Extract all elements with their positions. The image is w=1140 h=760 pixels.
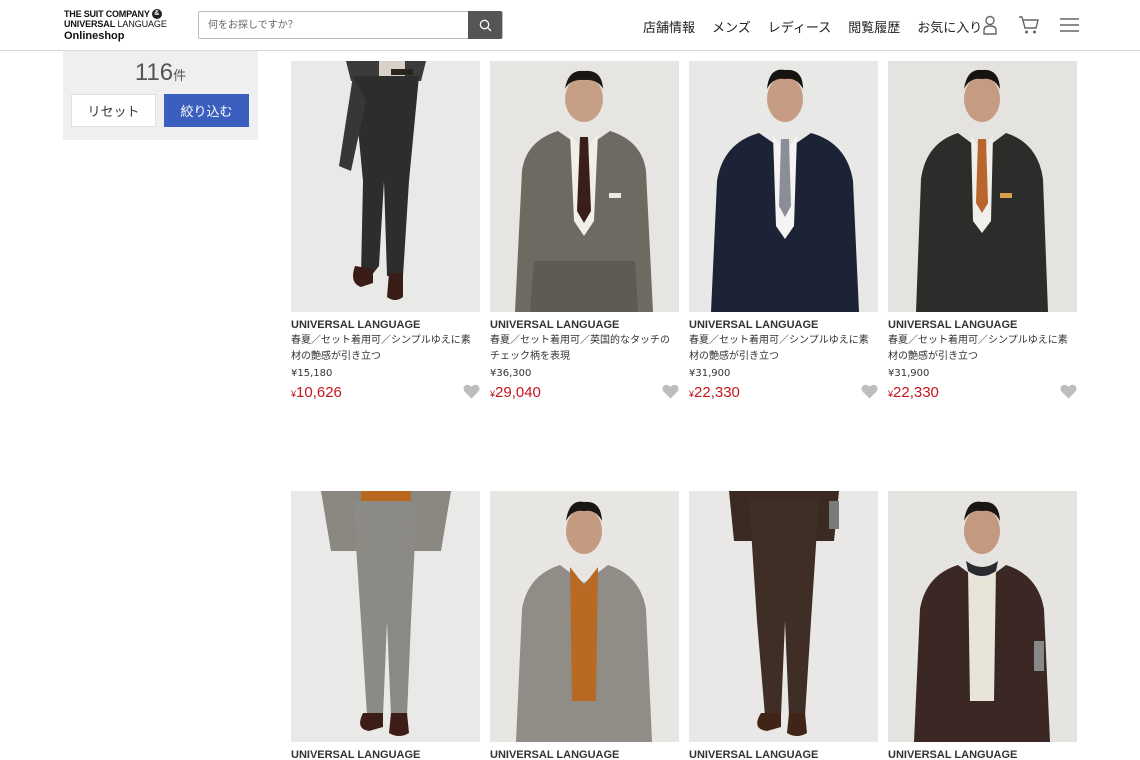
product-brand: UNIVERSAL LANGUAGE (689, 319, 819, 331)
product-card[interactable]: UNIVERSAL LANGUAGE 春夏／セット着用可／英国的なタッチのチェッ… (490, 61, 679, 402)
product-card[interactable]: UNIVERSAL LANGUAGE (490, 491, 679, 760)
logo-text-onlineshop: Onlineshop (64, 30, 125, 42)
product-brand: UNIVERSAL LANGUAGE (888, 749, 1018, 760)
product-original-price: ¥31,900 (689, 368, 731, 379)
product-brand: UNIVERSAL LANGUAGE (689, 749, 819, 760)
favorite-heart-icon[interactable] (463, 384, 480, 399)
search-box (198, 11, 503, 39)
product-sale-price: ¥22,330 (689, 384, 740, 401)
nav-mens[interactable]: メンズ (712, 17, 751, 36)
product-image[interactable] (689, 61, 878, 312)
product-description[interactable]: 春夏／セット着用可／シンプルゆえに素材の艶感が引き立つ (291, 333, 480, 365)
product-card[interactable]: UNIVERSAL LANGUAGE (689, 491, 878, 760)
search-input[interactable] (199, 12, 469, 38)
site-header: THE SUIT COMPANY & UNIVERSAL LANGUAGE On… (0, 0, 1140, 51)
menu-icon[interactable] (1058, 14, 1080, 36)
nav-store-info[interactable]: 店舗情報 (643, 17, 695, 36)
price-row: ¥22,330 (888, 382, 1077, 402)
product-image[interactable] (888, 491, 1077, 742)
product-brand: UNIVERSAL LANGUAGE (490, 319, 620, 331)
product-description[interactable]: 春夏／セット着用可／シンプルゆえに素材の艶感が引き立つ (888, 333, 1077, 365)
product-brand: UNIVERSAL LANGUAGE (291, 749, 421, 760)
search-icon (479, 19, 491, 31)
logo-line-2: UNIVERSAL LANGUAGE (64, 19, 174, 30)
result-count-unit: 件 (173, 68, 187, 83)
product-card[interactable]: UNIVERSAL LANGUAGE 春夏／セット着用可／シンプルゆえに素材の艶… (689, 61, 878, 402)
nav-favorites[interactable]: お気に入り (917, 17, 982, 36)
price-row: ¥22,330 (689, 382, 878, 402)
logo-line-1: THE SUIT COMPANY & (64, 9, 174, 19)
logo-ampersand: & (151, 9, 162, 19)
product-card[interactable]: UNIVERSAL LANGUAGE 春夏／セット着用可／シンプルゆえに素材の艶… (888, 61, 1077, 402)
product-description[interactable]: 春夏／セット着用可／英国的なタッチのチェック柄を表現 (490, 333, 679, 365)
cart-icon[interactable] (1017, 14, 1041, 36)
price-row: ¥10,626 (291, 382, 480, 402)
product-description[interactable]: 春夏／セット着用可／シンプルゆえに素材の艶感が引き立つ (689, 333, 878, 365)
product-sale-price: ¥10,626 (291, 384, 342, 401)
price-value: 10,626 (296, 384, 342, 401)
product-sale-price: ¥22,330 (888, 384, 939, 401)
logo-text-suit-company: THE SUIT COMPANY (64, 9, 150, 19)
product-card[interactable]: UNIVERSAL LANGUAGE (888, 491, 1077, 760)
product-brand: UNIVERSAL LANGUAGE (888, 319, 1018, 331)
price-row: ¥29,040 (490, 382, 679, 402)
price-value: 22,330 (694, 384, 740, 401)
site-logo[interactable]: THE SUIT COMPANY & UNIVERSAL LANGUAGE On… (64, 9, 174, 43)
main-nav: 店舗情報 メンズ レディース 閲覧履歴 お気に入り (643, 17, 982, 36)
favorite-heart-icon[interactable] (662, 384, 679, 399)
filter-panel: 116件 リセット 絞り込む (63, 51, 258, 140)
product-image[interactable] (490, 491, 679, 742)
nav-history[interactable]: 閲覧履歴 (848, 17, 900, 36)
favorite-heart-icon[interactable] (1060, 384, 1077, 399)
price-value: 22,330 (893, 384, 939, 401)
result-count: 116件 (63, 59, 258, 87)
product-image[interactable] (291, 61, 480, 312)
product-original-price: ¥31,900 (888, 368, 930, 379)
product-image[interactable] (291, 491, 480, 742)
product-card[interactable]: UNIVERSAL LANGUAGE 春夏／セット着用可／シンプルゆえに素材の艶… (291, 61, 480, 402)
product-card[interactable]: UNIVERSAL LANGUAGE (291, 491, 480, 760)
reset-button[interactable]: リセット (71, 94, 156, 127)
product-sale-price: ¥29,040 (490, 384, 541, 401)
user-icon[interactable] (979, 14, 1001, 36)
result-count-number: 116 (134, 59, 174, 86)
product-brand: UNIVERSAL LANGUAGE (291, 319, 421, 331)
product-original-price: ¥36,300 (490, 368, 532, 379)
product-image[interactable] (689, 491, 878, 742)
price-value: 29,040 (495, 384, 541, 401)
logo-text-universal: UNIVERSAL (64, 19, 116, 29)
nav-ladies[interactable]: レディース (768, 17, 831, 36)
favorite-heart-icon[interactable] (861, 384, 878, 399)
product-brand: UNIVERSAL LANGUAGE (490, 749, 620, 760)
product-image[interactable] (888, 61, 1077, 312)
product-original-price: ¥15,180 (291, 368, 333, 379)
apply-filter-button[interactable]: 絞り込む (164, 94, 249, 127)
logo-text-language: LANGUAGE (117, 19, 167, 29)
search-button[interactable] (468, 11, 502, 39)
product-image[interactable] (490, 61, 679, 312)
